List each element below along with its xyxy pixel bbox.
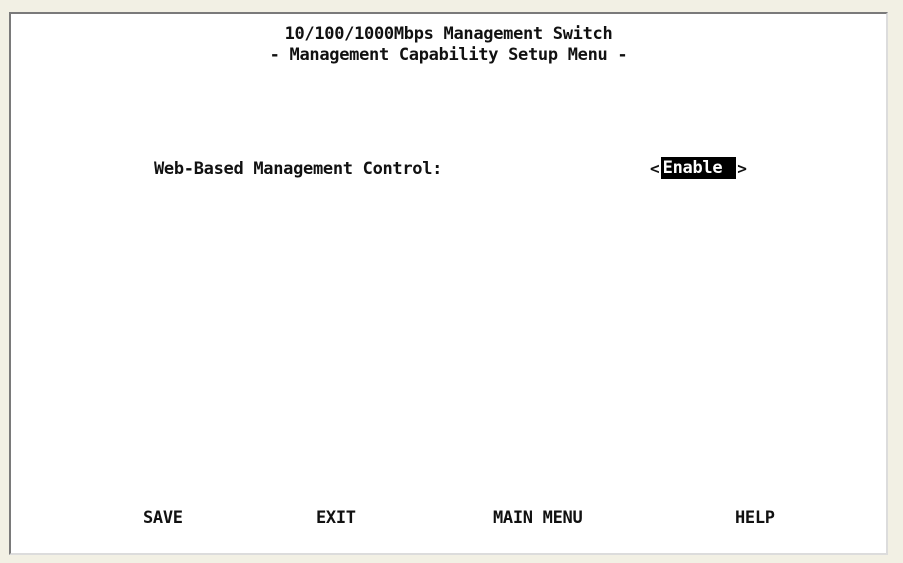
window-frame: 10/100/1000Mbps Management Switch - Mana…	[0, 0, 903, 563]
menu-subtitle: - Management Capability Setup Menu -	[269, 45, 628, 65]
exit-button[interactable]: EXIT	[316, 508, 356, 528]
web-based-management-label: Web-Based Management Control:	[154, 159, 443, 179]
switch-title: 10/100/1000Mbps Management Switch	[284, 24, 613, 44]
main-menu-button[interactable]: MAIN MENU	[493, 508, 583, 528]
save-button[interactable]: SAVE	[143, 508, 183, 528]
terminal-screen: 10/100/1000Mbps Management Switch - Mana…	[9, 12, 888, 555]
left-arrow-icon[interactable]: <	[649, 159, 661, 178]
web-based-management-selector[interactable]: < Enable >	[649, 157, 748, 179]
web-based-management-value[interactable]: Enable	[660, 157, 737, 179]
help-button[interactable]: HELP	[735, 508, 775, 528]
right-arrow-icon[interactable]: >	[736, 159, 748, 178]
menu-header: 10/100/1000Mbps Management Switch - Mana…	[11, 24, 886, 66]
